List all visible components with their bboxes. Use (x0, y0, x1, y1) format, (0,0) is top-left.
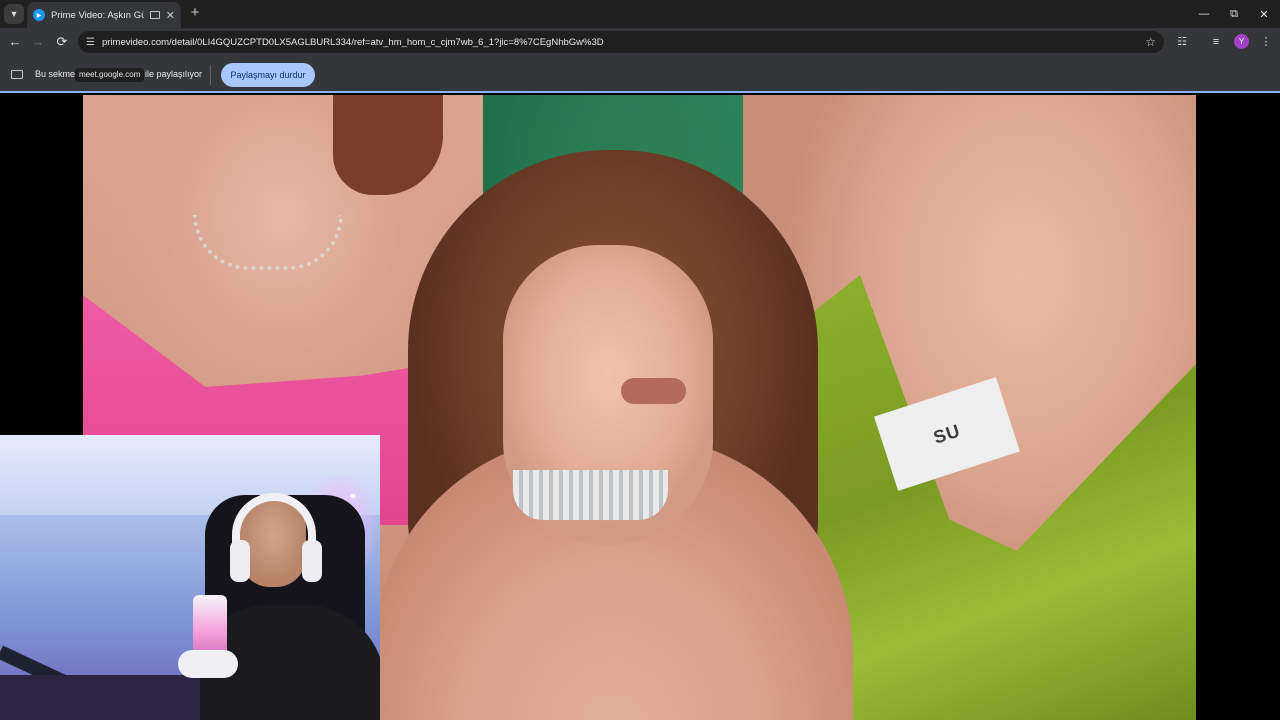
browser-toolbar: ← → ⟳ ☰ primevideo.com/detail/0LI4GQUZCP… (0, 28, 1280, 56)
sharing-label-suffix: ile paylaşılıyor (145, 69, 203, 79)
tab-close-icon[interactable]: ✕ (166, 9, 175, 22)
minimize-button[interactable]: — (1188, 0, 1220, 28)
microphone-base (178, 650, 238, 678)
restore-button[interactable]: ⧉ (1218, 0, 1250, 28)
sharing-site-chip: meet.google.com (75, 68, 145, 82)
headphone-ear-right (302, 540, 322, 582)
media-controls-icon[interactable]: ≡ (1206, 32, 1226, 52)
divider (210, 65, 211, 85)
contestant-center-choker (513, 470, 668, 520)
menu-kebab-icon[interactable]: ⋮ (1256, 32, 1276, 52)
tab-strip: ▾ ▶ Prime Video: Aşkın Gücü ✕ + — ⧉ ✕ (0, 0, 1280, 28)
headphone-ear-left (230, 540, 250, 582)
video-player[interactable]: SU (0, 95, 1280, 720)
back-button[interactable]: ← (5, 32, 25, 52)
screen-share-icon (11, 70, 23, 79)
new-tab-button[interactable]: + (186, 4, 204, 22)
tab-sharing-icon (149, 11, 160, 19)
tab-search-chevron-icon[interactable]: ▾ (4, 4, 24, 24)
microphone-icon (193, 595, 227, 657)
address-bar[interactable]: ☰ primevideo.com/detail/0LI4GQUZCPTD0LX5… (78, 31, 1164, 53)
bookmark-star-icon[interactable]: ☆ (1145, 35, 1156, 49)
tab-prime-video[interactable]: ▶ Prime Video: Aşkın Gücü ✕ (27, 2, 181, 28)
site-info-icon[interactable]: ☰ (86, 37, 95, 48)
close-window-button[interactable]: ✕ (1248, 0, 1280, 28)
webcam-desk (0, 675, 200, 720)
url-text: primevideo.com/detail/0LI4GQUZCPTD0LX5AG… (101, 36, 604, 48)
reload-button[interactable]: ⟳ (52, 32, 72, 52)
tab-sharing-bar: Bu sekme meet.google.com ile paylaşılıyo… (0, 56, 1280, 93)
stop-sharing-button[interactable]: Paylaşmayı durdur (221, 63, 315, 87)
streamer-webcam-overlay (0, 435, 380, 720)
profile-avatar[interactable]: Y (1234, 34, 1249, 49)
forward-button[interactable]: → (28, 32, 48, 52)
sharing-label-prefix: Bu sekme (35, 69, 76, 79)
tab-title: Prime Video: Aşkın Gücü (51, 9, 144, 21)
prime-video-icon: ▶ (33, 9, 45, 21)
extensions-icon[interactable]: ☷ (1172, 32, 1192, 52)
contestant-center-lips (621, 378, 686, 404)
